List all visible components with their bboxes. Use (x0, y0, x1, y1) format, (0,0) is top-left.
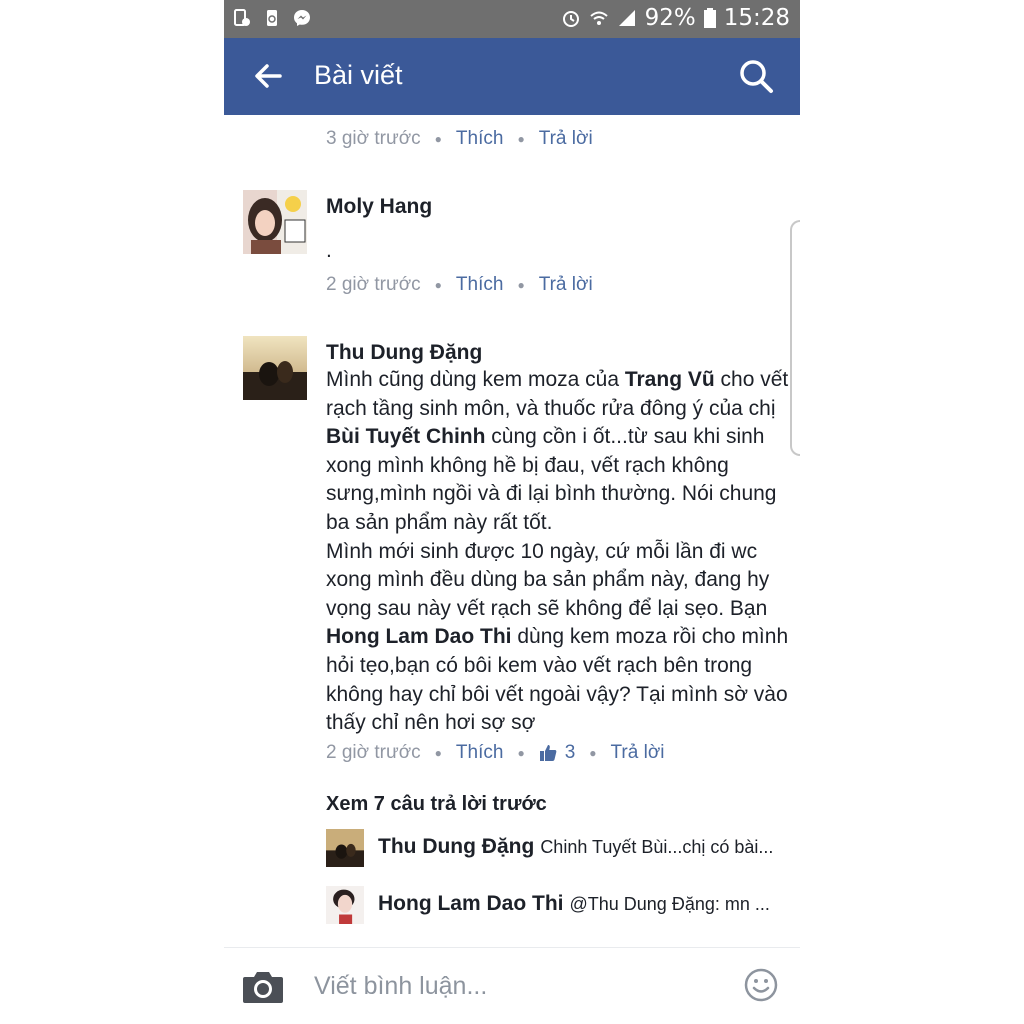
thumbs-up-icon (539, 745, 557, 761)
reply-link[interactable]: Trả lời (539, 128, 593, 150)
separator-dot: ● (434, 132, 442, 146)
reply-item[interactable]: Thu Dung Đặng Chinh Tuyết Bùi...chị có bà… (326, 829, 786, 869)
battery-percent: 92% (644, 5, 696, 31)
comment-time: 2 giờ trước (326, 742, 421, 763)
status-right: 92% 15:28 (561, 5, 790, 31)
signal-icon (618, 10, 635, 26)
comment-input[interactable]: Viết bình luận... (314, 972, 487, 1001)
comments-list: 3 giờ trước ● Thích ● Trả lời Moly Hang … (224, 115, 800, 947)
reply-text: @Thu Dung Đặng: mn ... (569, 894, 770, 914)
mention-link[interactable]: Bùi Tuyết Chinh (326, 425, 485, 448)
like-link[interactable]: Thích (456, 742, 504, 764)
separator-dot: ● (517, 746, 525, 760)
smiley-icon[interactable] (744, 968, 778, 1002)
clock: 15:28 (723, 5, 790, 31)
reply-link[interactable]: Trả lời (539, 274, 593, 296)
alarm-icon (562, 11, 579, 27)
separator-dot: ● (434, 746, 442, 760)
avatar[interactable] (326, 829, 364, 867)
like-link[interactable]: Thích (456, 274, 504, 296)
status-left-icons (232, 8, 312, 28)
reply-content: Hong Lam Dao Thi @Thu Dung Đặng: mn ... (378, 892, 786, 916)
separator-dot: ● (517, 132, 525, 146)
phone-screen: 92% 15:28 Bài viết 3 giờ trước ● Thích ●… (224, 0, 800, 1024)
avatar[interactable] (326, 886, 364, 924)
comment-text: . (326, 239, 332, 262)
status-bar: 92% 15:28 (224, 0, 800, 38)
mention-link[interactable]: Hong Lam Dao Thi (326, 625, 512, 648)
comment-text: Mình cũng dùng kem moza của Trang Vũ cho… (326, 366, 791, 738)
battery-icon (703, 8, 716, 28)
see-previous-replies-link[interactable]: Xem 7 câu trả lời trước (326, 793, 547, 816)
comment-time: 2 giờ trước (326, 274, 421, 295)
separator-dot: ● (589, 746, 597, 760)
recycle-icon (267, 10, 277, 26)
comment-author[interactable]: Thu Dung Đặng (326, 341, 482, 365)
comment-meta: 2 giờ trước ● Thích ● Trả lời (326, 274, 593, 296)
search-icon[interactable] (738, 58, 774, 94)
reply-author[interactable]: Hong Lam Dao Thi (378, 892, 564, 915)
reply-content: Thu Dung Đặng Chinh Tuyết Bùi...chị có bà… (378, 835, 786, 859)
device-icon (234, 9, 250, 26)
text-part: Mình mới sinh được 10 ngày, cứ mỗi lần đ… (326, 539, 770, 620)
wifi-icon (589, 11, 608, 25)
comment-meta: 3 giờ trước ● Thích ● Trả lời (326, 128, 593, 150)
like-link[interactable]: Thích (456, 128, 504, 150)
scrollbar[interactable] (790, 220, 800, 456)
arrow-left-icon[interactable] (250, 58, 286, 94)
separator-dot: ● (517, 278, 525, 292)
page-title: Bài viết (314, 60, 403, 90)
app-bar: Bài viết (224, 38, 800, 115)
avatar[interactable] (243, 336, 307, 400)
comment-composer: Viết bình luận... (224, 947, 800, 1024)
mention-link[interactable]: Trang Vũ (625, 368, 715, 391)
separator-dot: ● (434, 278, 442, 292)
reply-item[interactable]: Hong Lam Dao Thi @Thu Dung Đặng: mn ... (326, 886, 786, 926)
text-part: Mình cũng dùng kem moza của (326, 368, 625, 391)
comment-author[interactable]: Moly Hang (326, 195, 432, 219)
comment-meta: 2 giờ trước ● Thích ● 3 ● Trả lời (326, 742, 665, 764)
camera-icon[interactable] (242, 968, 284, 1004)
like-count[interactable]: 3 (565, 742, 576, 764)
comment-time: 3 giờ trước (326, 128, 421, 149)
reply-link[interactable]: Trả lời (611, 742, 665, 764)
reply-author[interactable]: Thu Dung Đặng (378, 835, 534, 858)
reply-text: Chinh Tuyết Bùi...chị có bài... (540, 837, 774, 857)
avatar[interactable] (243, 190, 307, 254)
messenger-icon (294, 10, 310, 26)
